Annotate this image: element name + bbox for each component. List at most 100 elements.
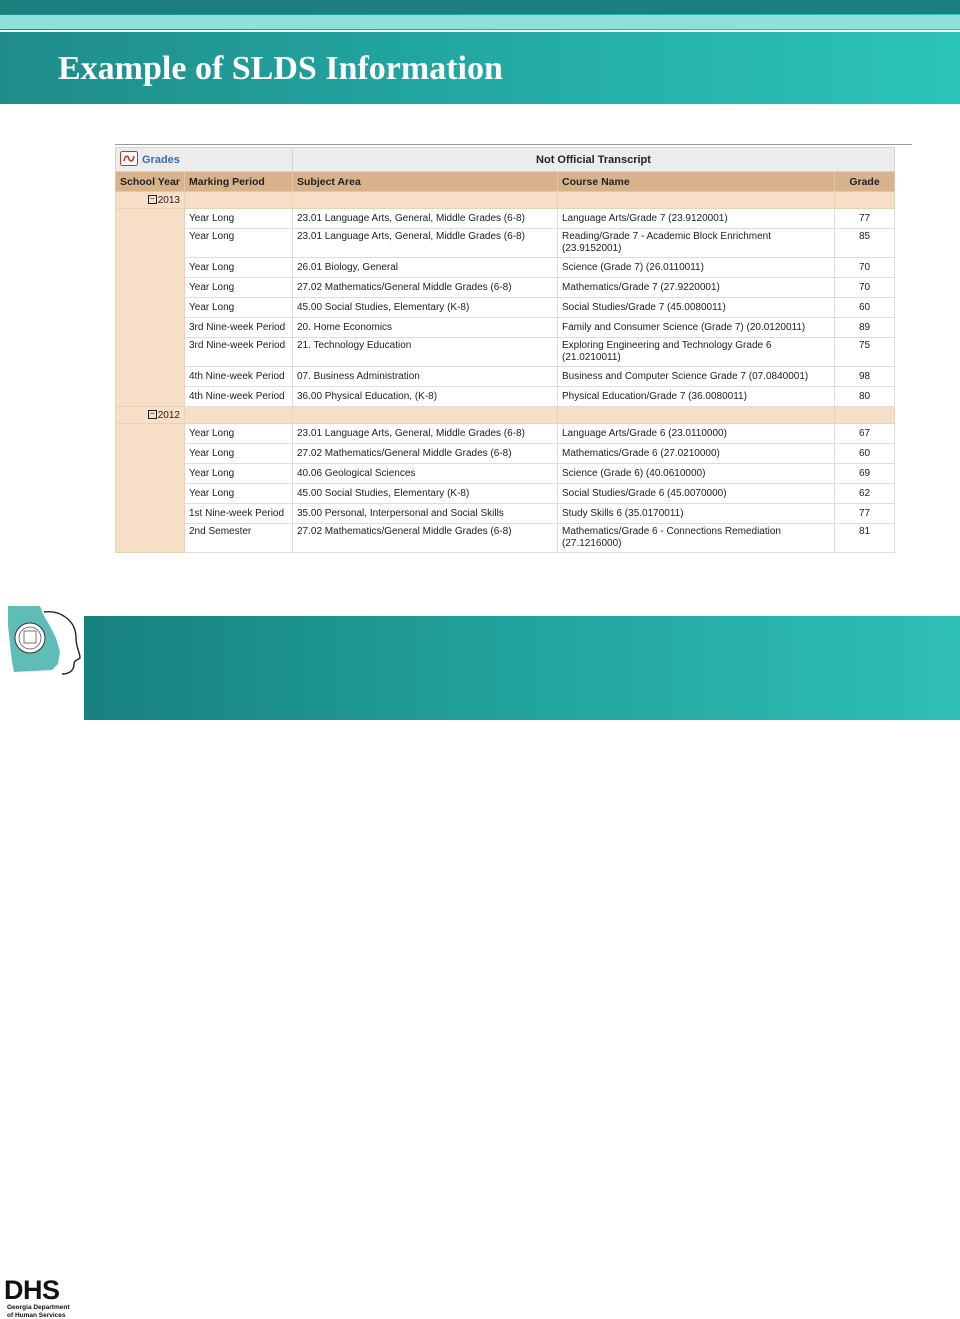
table-row: 3rd Nine-week Period 21. Technology Educa…	[116, 337, 895, 367]
year-group-row: −2013	[115, 191, 895, 209]
georgia-map-icon	[8, 606, 81, 675]
year-indent-cell	[115, 208, 185, 407]
year-row-spacer	[292, 406, 558, 424]
year-row-spacer	[184, 191, 293, 209]
table-row: 1st Nine-week Period 35.00 Personal, Inte…	[116, 503, 895, 524]
marking-period-cell: Year Long	[184, 228, 293, 258]
grade-cell: 62	[834, 483, 895, 504]
table-row: Year Long 23.01 Language Arts, General, M…	[115, 208, 895, 407]
year-toggle[interactable]: −2012	[115, 406, 185, 424]
year-row-spacer	[557, 191, 835, 209]
grade-cell: 75	[834, 337, 895, 367]
marking-period-cell: Year Long	[184, 443, 293, 464]
subject-area-cell: 35.00 Personal, Interpersonal and Social…	[292, 503, 558, 524]
grade-cell: 69	[834, 463, 895, 484]
subject-area-cell: 07. Business Administration	[292, 366, 558, 387]
subject-area-cell: 20. Home Economics	[292, 317, 558, 338]
subject-area-cell: 23.01 Language Arts, General, Middle Gra…	[292, 423, 558, 444]
grade-cell: 77	[834, 208, 895, 229]
subject-area-cell: 45.00 Social Studies, Elementary (K-8)	[292, 297, 558, 318]
subject-area-cell: 40.06 Geological Sciences	[292, 463, 558, 484]
panel-title-row: Grades Not Official Transcript	[115, 147, 895, 172]
col-header-subject-area[interactable]: Subject Area	[292, 171, 558, 192]
course-name-cell: Exploring Engineering and Technology Gra…	[557, 337, 835, 367]
panel-top-border	[115, 144, 912, 145]
table-row: Year Long 27.02 Mathematics/General Middl…	[116, 277, 895, 298]
col-header-school-year[interactable]: School Year	[115, 171, 185, 192]
grade-cell: 89	[834, 317, 895, 338]
course-name-cell: Study Skills 6 (35.0170011)	[557, 503, 835, 524]
table-row: 4th Nine-week Period 07. Business Adminis…	[116, 366, 895, 387]
course-name-cell: Family and Consumer Science (Grade 7) (2…	[557, 317, 835, 338]
year-label: 2012	[157, 409, 180, 421]
marking-period-cell: Year Long	[184, 277, 293, 298]
header-divider	[0, 30, 960, 32]
marking-period-cell: 1st Nine-week Period	[184, 503, 293, 524]
collapse-icon[interactable]: −	[147, 410, 157, 420]
col-header-marking-period[interactable]: Marking Period	[184, 171, 293, 192]
marking-period-cell: 2nd Semester	[184, 523, 293, 553]
subject-area-cell: 45.00 Social Studies, Elementary (K-8)	[292, 483, 558, 504]
grade-cell: 60	[834, 297, 895, 318]
grade-cell: 85	[834, 228, 895, 258]
grade-cell: 81	[834, 523, 895, 553]
header-top-bar	[0, 0, 960, 14]
course-name-cell: Mathematics/Grade 7 (27.9220001)	[557, 277, 835, 298]
year-indent-cell	[115, 423, 185, 553]
dhs-org-line1: Georgia Department	[7, 1304, 70, 1311]
marking-period-cell: 4th Nine-week Period	[184, 366, 293, 387]
subject-area-cell: 36.00 Physical Education, (K-8)	[292, 386, 558, 407]
table-row: Year Long 45.00 Social Studies, Elementar…	[116, 483, 895, 504]
marking-period-cell: 4th Nine-week Period	[184, 386, 293, 407]
marking-period-cell: Year Long	[184, 257, 293, 278]
collapse-icon[interactable]: −	[147, 195, 157, 205]
col-header-grade[interactable]: Grade	[834, 171, 895, 192]
table-row: Year Long 23.01 Language Arts, General, M…	[115, 423, 895, 553]
year-row-spacer	[834, 406, 895, 424]
year-row-spacer	[184, 406, 293, 424]
grade-cell: 70	[834, 277, 895, 298]
year-group-row: −2012	[115, 406, 895, 424]
dhs-org-line2: of Human Services	[7, 1312, 66, 1319]
marking-period-cell: Year Long	[184, 208, 293, 229]
course-name-cell: Business and Computer Science Grade 7 (0…	[557, 366, 835, 387]
course-name-cell: Mathematics/Grade 6 (27.0210000)	[557, 443, 835, 464]
year-toggle[interactable]: −2013	[115, 191, 185, 209]
course-name-cell: Social Studies/Grade 6 (45.0070000)	[557, 483, 835, 504]
subject-area-cell: 27.02 Mathematics/General Middle Grades …	[292, 277, 558, 298]
table-row: Year Long 26.01 Biology, General Science (…	[116, 257, 895, 278]
subject-area-cell: 26.01 Biology, General	[292, 257, 558, 278]
year-row-spacer	[292, 191, 558, 209]
subject-area-cell: 27.02 Mathematics/General Middle Grades …	[292, 443, 558, 464]
course-name-cell: Mathematics/Grade 6 - Connections Remedi…	[557, 523, 835, 553]
subject-area-cell: 21. Technology Education	[292, 337, 558, 367]
grade-cell: 80	[834, 386, 895, 407]
marking-period-cell: Year Long	[184, 483, 293, 504]
grades-section-title: Grades	[115, 147, 293, 172]
grade-cell: 60	[834, 443, 895, 464]
table-row: Year Long 23.01 Language Arts, General, M…	[116, 228, 895, 258]
course-name-cell: Social Studies/Grade 7 (45.0080011)	[557, 297, 835, 318]
subject-area-cell: 23.01 Language Arts, General, Middle Gra…	[292, 208, 558, 229]
header-stripe	[0, 15, 960, 29]
footer-band	[84, 616, 960, 720]
table-row: Year Long 45.00 Social Studies, Elementar…	[116, 297, 895, 318]
dhs-logo: DHS Georgia Department of Human Services	[0, 604, 84, 1319]
grades-table: Grades Not Official Transcript School Ye…	[115, 147, 895, 553]
year-label: 2013	[157, 194, 180, 206]
course-name-cell: Science (Grade 7) (26.0110011)	[557, 257, 835, 278]
col-header-course-name[interactable]: Course Name	[557, 171, 835, 192]
course-name-cell: Language Arts/Grade 6 (23.0110000)	[557, 423, 835, 444]
year-row-spacer	[834, 191, 895, 209]
subject-area-cell: 23.01 Language Arts, General, Middle Gra…	[292, 228, 558, 258]
year-row-spacer	[557, 406, 835, 424]
table-row: 3rd Nine-week Period 20. Home Economics Fa…	[116, 317, 895, 338]
dhs-wordmark: DHS	[4, 1275, 60, 1305]
slide-title: Example of SLDS Information	[58, 50, 503, 87]
marking-period-cell: Year Long	[184, 463, 293, 484]
subject-area-cell: 27.02 Mathematics/General Middle Grades …	[292, 523, 558, 553]
grade-cell: 77	[834, 503, 895, 524]
grade-cell: 70	[834, 257, 895, 278]
marking-period-cell: Year Long	[184, 297, 293, 318]
course-name-cell: Physical Education/Grade 7 (36.0080011)	[557, 386, 835, 407]
